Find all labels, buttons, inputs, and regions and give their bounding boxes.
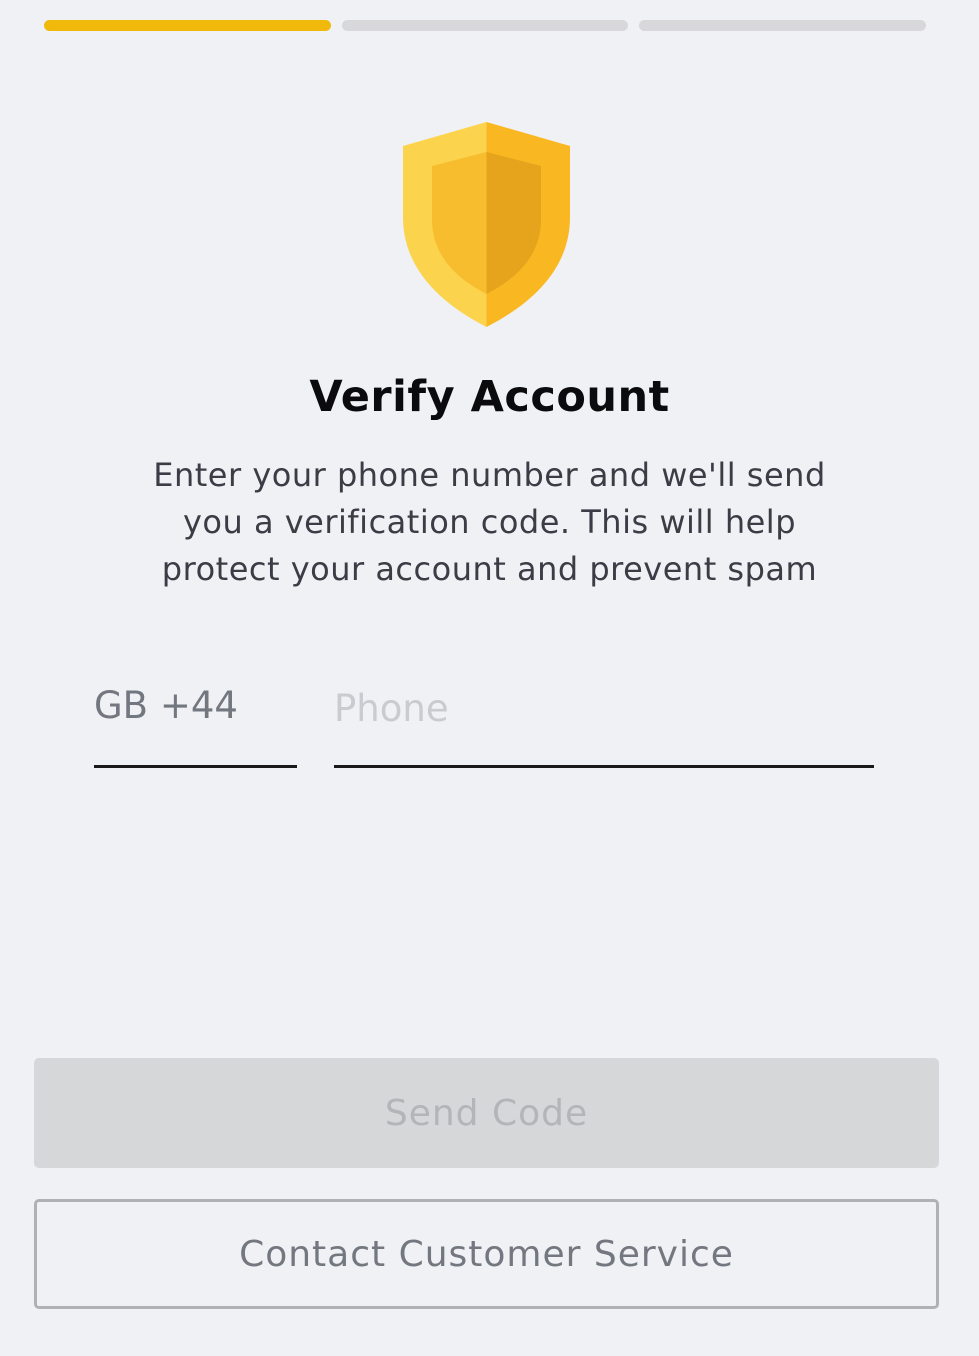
country-code-selector[interactable]: GB +44	[94, 680, 297, 768]
phone-field	[334, 680, 874, 768]
contact-customer-service-button[interactable]: Contact Customer Service	[34, 1199, 939, 1309]
phone-input[interactable]	[334, 680, 874, 736]
progress-step-1	[44, 20, 331, 31]
description-text: Enter your phone number and we'll send y…	[153, 456, 826, 588]
country-code-label: GB +44	[94, 684, 238, 727]
progress-bar	[44, 20, 927, 31]
send-code-button[interactable]: Send Code	[34, 1058, 939, 1168]
shield-icon	[403, 122, 570, 327]
progress-step-3	[639, 20, 927, 31]
progress-step-2	[341, 20, 629, 31]
page-title: Verify Account	[309, 372, 670, 422]
